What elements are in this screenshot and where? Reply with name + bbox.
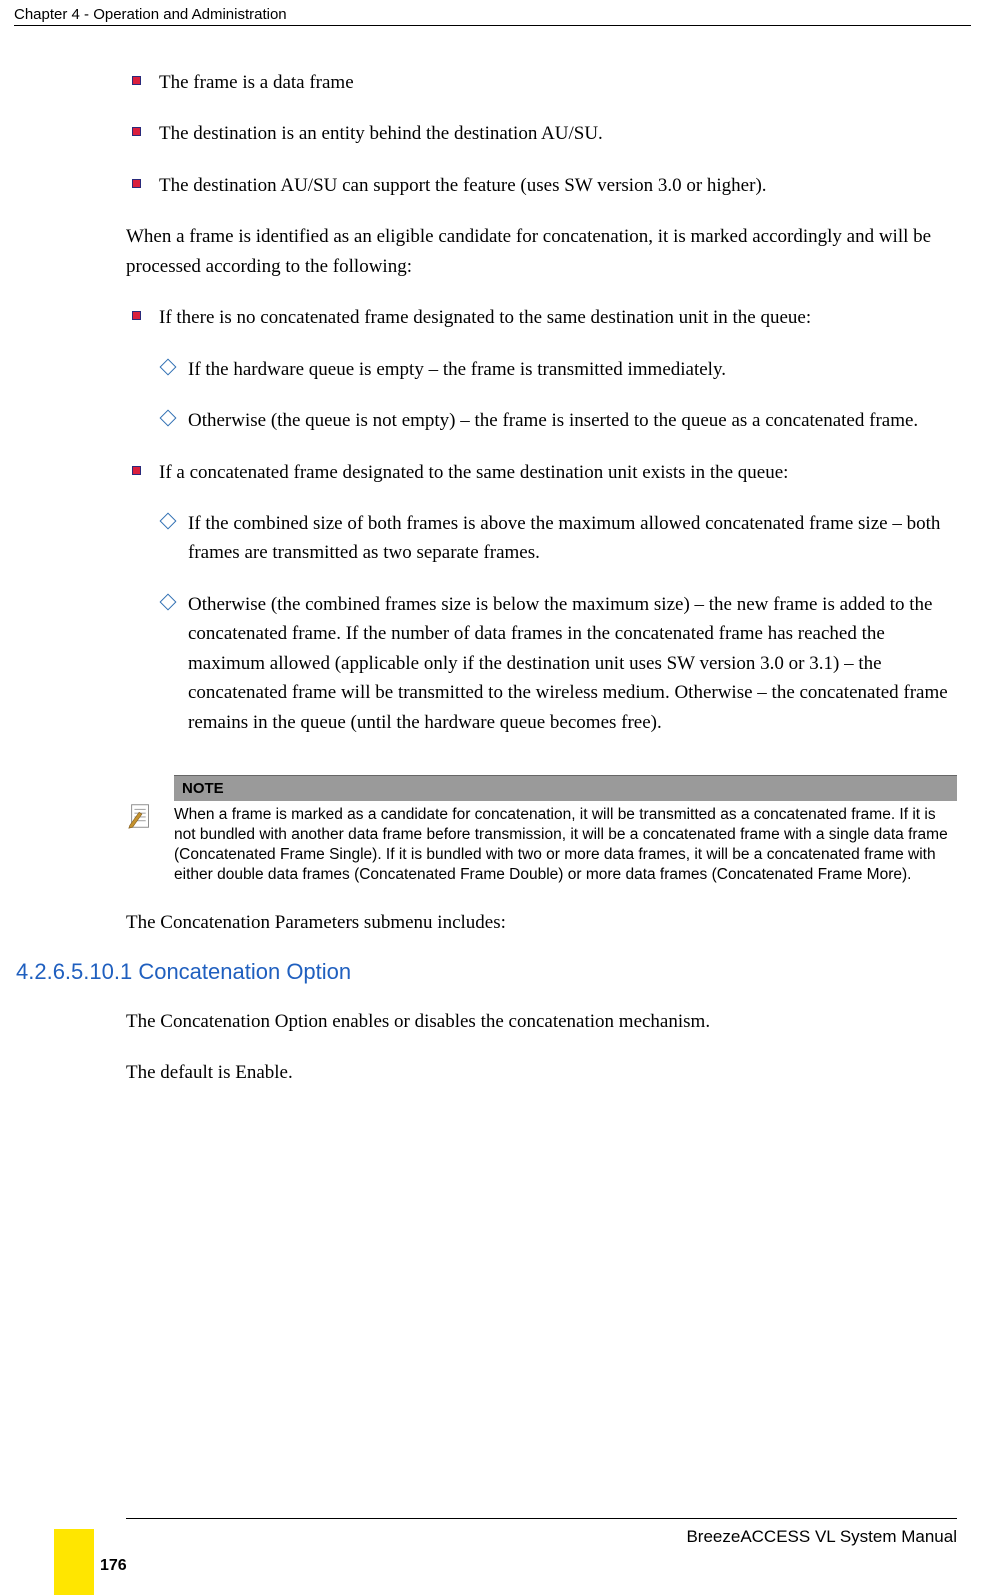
- chapter-label: Chapter 4 - Operation and Administration: [14, 6, 287, 23]
- bullet-text: The destination is an entity behind the …: [159, 119, 957, 148]
- diamond-bullet-icon: [160, 410, 177, 427]
- footer-manual-title: BreezeACCESS VL System Manual: [686, 1527, 957, 1547]
- page-tab-marker: [54, 1529, 94, 1595]
- diamond-bullet-icon: [160, 593, 177, 610]
- footer-divider: [126, 1518, 957, 1519]
- page-content: The frame is a data frame The destinatio…: [126, 50, 957, 1110]
- bullet-text: If a concatenated frame designated to th…: [159, 458, 957, 487]
- bullet-text: If the hardware queue is empty – the fra…: [188, 355, 957, 384]
- list-item: If there is no concatenated frame design…: [126, 303, 957, 332]
- list-item: If the combined size of both frames is a…: [162, 509, 957, 568]
- bullet-text: Otherwise (the queue is not empty) – the…: [188, 406, 957, 435]
- paragraph: When a frame is identified as an eligibl…: [126, 222, 957, 281]
- paragraph: The default is Enable.: [126, 1058, 957, 1087]
- list-item: The frame is a data frame: [126, 68, 957, 97]
- page-header: Chapter 4 - Operation and Administration: [14, 6, 971, 26]
- square-bullet-icon: [132, 127, 141, 136]
- list-item: Otherwise (the combined frames size is b…: [162, 590, 957, 737]
- page-number: 176: [100, 1557, 127, 1575]
- list-item: The destination is an entity behind the …: [126, 119, 957, 148]
- list-item: If a concatenated frame designated to th…: [126, 458, 957, 487]
- bullet-text: The destination AU/SU can support the fe…: [159, 171, 957, 200]
- bullet-text: If there is no concatenated frame design…: [159, 303, 957, 332]
- bullet-text: If the combined size of both frames is a…: [188, 509, 957, 568]
- diamond-bullet-icon: [160, 512, 177, 529]
- bullet-text: The frame is a data frame: [159, 68, 957, 97]
- note-text: When a frame is marked as a candidate fo…: [174, 801, 957, 886]
- paragraph: The Concatenation Parameters submenu inc…: [126, 908, 957, 937]
- square-bullet-icon: [132, 311, 141, 320]
- square-bullet-icon: [132, 466, 141, 475]
- note-icon: [126, 775, 174, 886]
- diamond-bullet-icon: [160, 358, 177, 375]
- sub-list: If the hardware queue is empty – the fra…: [162, 355, 957, 436]
- sub-list: If the combined size of both frames is a…: [162, 509, 957, 737]
- list-item: Otherwise (the queue is not empty) – the…: [162, 406, 957, 435]
- square-bullet-icon: [132, 76, 141, 85]
- note-block: NOTE When a frame is marked as a candida…: [126, 775, 957, 886]
- list-item: If the hardware queue is empty – the fra…: [162, 355, 957, 384]
- bullet-text: Otherwise (the combined frames size is b…: [188, 590, 957, 737]
- note-title: NOTE: [174, 775, 957, 801]
- list-item: The destination AU/SU can support the fe…: [126, 171, 957, 200]
- paragraph: The Concatenation Option enables or disa…: [126, 1007, 957, 1036]
- square-bullet-icon: [132, 179, 141, 188]
- section-heading: 4.2.6.5.10.1 Concatenation Option: [0, 959, 957, 985]
- note-body: NOTE When a frame is marked as a candida…: [174, 775, 957, 886]
